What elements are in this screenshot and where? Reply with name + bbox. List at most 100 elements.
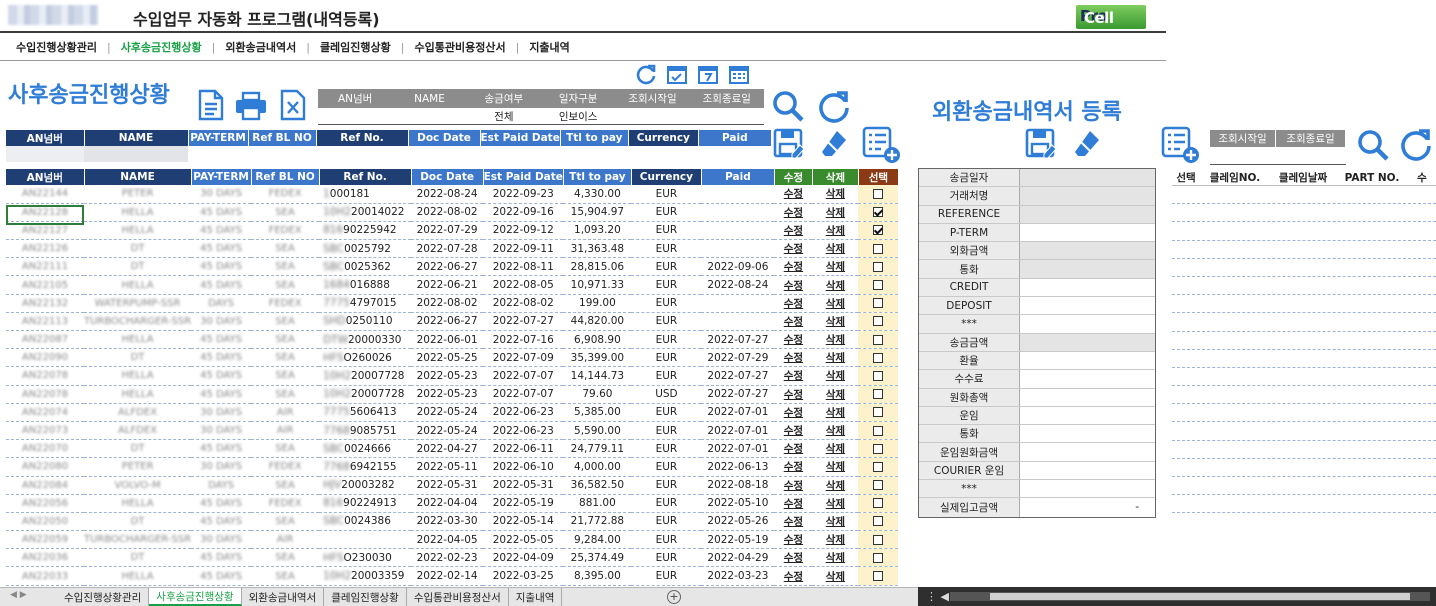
form-input[interactable] — [1020, 443, 1155, 460]
list-add-icon[interactable] — [1161, 126, 1201, 164]
est-paid-date-cell[interactable]: 2022-09-16 — [483, 203, 564, 222]
delete-button[interactable]: 삭제 — [812, 421, 859, 441]
entry-cell[interactable] — [560, 146, 629, 162]
claim-column-header[interactable]: 클레임NO. — [1200, 170, 1270, 185]
delete-button[interactable]: 삭제 — [812, 185, 859, 204]
select-cell[interactable] — [858, 239, 899, 259]
form-input[interactable] — [1020, 462, 1155, 479]
ref-no-cell[interactable]: DTW20000330 — [319, 330, 412, 350]
column-header[interactable]: Ttl to pay — [560, 130, 629, 146]
currency-cell[interactable]: USD — [631, 385, 702, 404]
pay-term-cell[interactable]: 45 DAYS — [191, 221, 252, 241]
doc-date-cell[interactable]: 2022-06-21 — [411, 275, 484, 295]
pay-term-cell[interactable]: 30 DAYS — [191, 185, 252, 204]
name-cell[interactable]: PETER — [84, 457, 192, 477]
pay-term-cell[interactable]: 30 DAYS — [191, 457, 252, 477]
delete-button[interactable]: 삭제 — [812, 330, 859, 350]
delete-button[interactable]: 삭제 — [812, 548, 859, 568]
column-header[interactable]: AN넘버 — [6, 169, 85, 185]
column-header[interactable]: Ttl to pay — [563, 169, 632, 185]
currency-cell[interactable]: EUR — [631, 203, 702, 222]
column-header[interactable]: Ref BL NO — [248, 130, 317, 146]
column-header[interactable]: Doc Date — [408, 130, 481, 146]
calendar-grid-icon[interactable] — [728, 63, 750, 85]
name-cell[interactable]: HELLA — [84, 203, 192, 222]
column-header[interactable]: 선택 — [858, 169, 899, 185]
ttl-to-pay-cell[interactable]: 21,772.88 — [563, 512, 632, 532]
ref-no-cell[interactable] — [319, 530, 412, 550]
select-checkbox[interactable] — [873, 571, 884, 582]
paid-date-cell[interactable]: 2022-06-13 — [701, 457, 775, 477]
ttl-to-pay-cell[interactable]: 9,284.00 — [563, 530, 632, 550]
ref-no-cell[interactable]: SBC0024386 — [319, 512, 412, 532]
currency-cell[interactable]: EUR — [631, 457, 702, 477]
ref-bl-cell[interactable]: FEDEX — [251, 494, 320, 513]
ref-bl-cell[interactable]: FEDEX — [251, 294, 320, 313]
select-checkbox[interactable] — [873, 370, 884, 381]
select-cell[interactable] — [858, 221, 899, 241]
filter-value[interactable]: 인보이스 — [541, 108, 615, 124]
an-number-cell[interactable]: AN22084 — [6, 476, 84, 495]
column-header[interactable]: Ref No. — [316, 130, 409, 146]
column-header[interactable]: Currency — [628, 130, 699, 146]
est-paid-date-cell[interactable]: 2022-05-05 — [483, 530, 564, 550]
ttl-to-pay-cell[interactable]: 5,590.00 — [563, 421, 632, 441]
paid-date-cell[interactable]: 2022-07-27 — [701, 385, 775, 404]
form-input[interactable] — [1020, 425, 1155, 442]
table-row[interactable]: AN22126 DT 45 DAYS SEA SBC0025792 2022-07-28 2… — [6, 239, 899, 259]
select-checkbox[interactable] — [873, 516, 884, 527]
excel-icon[interactable] — [279, 89, 307, 121]
an-number-cell[interactable]: AN22127 — [6, 221, 84, 241]
name-cell[interactable]: HELLA — [84, 566, 192, 586]
ref-bl-cell[interactable]: SEA — [251, 348, 320, 368]
claim-row[interactable] — [1172, 313, 1436, 332]
table-row[interactable]: AN22087 HELLA 45 DAYS SEA DTW20000330 2022-06… — [6, 330, 899, 350]
currency-cell[interactable]: EUR — [631, 239, 702, 259]
filter-value[interactable] — [392, 108, 466, 124]
table-row[interactable]: AN22128 HELLA 45 DAYS SEA 10H220014022 2022-0… — [6, 203, 899, 222]
select-checkbox[interactable] — [873, 498, 884, 509]
delete-button[interactable]: 삭제 — [812, 257, 859, 277]
name-cell[interactable]: ALFDEX — [84, 403, 192, 422]
form-input[interactable] — [1020, 260, 1155, 278]
paid-date-cell[interactable] — [701, 312, 775, 332]
paid-date-cell[interactable]: 2022-07-01 — [701, 421, 775, 441]
form-input[interactable] — [1020, 169, 1155, 187]
column-header[interactable]: NAME — [84, 169, 192, 185]
ttl-to-pay-cell[interactable]: 25,374.49 — [563, 548, 632, 568]
ref-bl-cell[interactable]: SEA — [251, 203, 320, 222]
delete-button[interactable]: 삭제 — [812, 348, 859, 368]
doc-date-cell[interactable]: 2022-05-23 — [411, 366, 484, 386]
filter-value[interactable] — [690, 108, 764, 124]
select-checkbox[interactable] — [873, 225, 884, 236]
an-number-cell[interactable]: AN22113 — [6, 312, 84, 332]
est-paid-date-cell[interactable]: 2022-06-10 — [483, 457, 564, 477]
ref-no-cell[interactable]: 77755606413 — [319, 403, 412, 422]
edit-button[interactable]: 수정 — [774, 403, 813, 422]
column-header[interactable]: PAY-TERM — [191, 169, 252, 185]
column-header[interactable]: 수정 — [774, 169, 813, 185]
table-row[interactable]: AN22070 DT 45 DAYS SEA SBC0024666 2022-04-27 2… — [6, 439, 899, 459]
edit-button[interactable]: 수정 — [774, 439, 813, 459]
column-header[interactable]: Currency — [631, 169, 702, 185]
ttl-to-pay-cell[interactable]: 36,582.50 — [563, 476, 632, 495]
search-icon[interactable] — [1356, 128, 1390, 162]
select-checkbox[interactable] — [873, 207, 884, 218]
doc-date-cell[interactable]: 2022-02-23 — [411, 548, 484, 568]
edit-button[interactable]: 수정 — [774, 348, 813, 368]
ref-no-cell[interactable]: HFSO230030 — [319, 548, 412, 568]
ref-bl-cell[interactable]: AIR — [251, 403, 320, 422]
edit-button[interactable]: 수정 — [774, 476, 813, 495]
form-input[interactable] — [1020, 224, 1155, 241]
doc-date-cell[interactable]: 2022-07-28 — [411, 239, 484, 259]
est-paid-date-cell[interactable]: 2022-05-31 — [483, 476, 564, 495]
doc-date-cell[interactable]: 2022-03-30 — [411, 512, 484, 532]
select-cell[interactable] — [858, 330, 899, 350]
nav-item[interactable]: 수입통관비용정산서 — [409, 39, 512, 55]
sheet-tab[interactable]: 수입진행상황관리 — [57, 588, 150, 606]
select-checkbox[interactable] — [873, 316, 884, 327]
doc-date-cell[interactable]: 2022-05-23 — [411, 385, 484, 404]
pay-term-cell[interactable]: 45 DAYS — [191, 494, 252, 513]
edit-button[interactable]: 수정 — [774, 494, 813, 513]
select-cell[interactable] — [858, 385, 899, 404]
